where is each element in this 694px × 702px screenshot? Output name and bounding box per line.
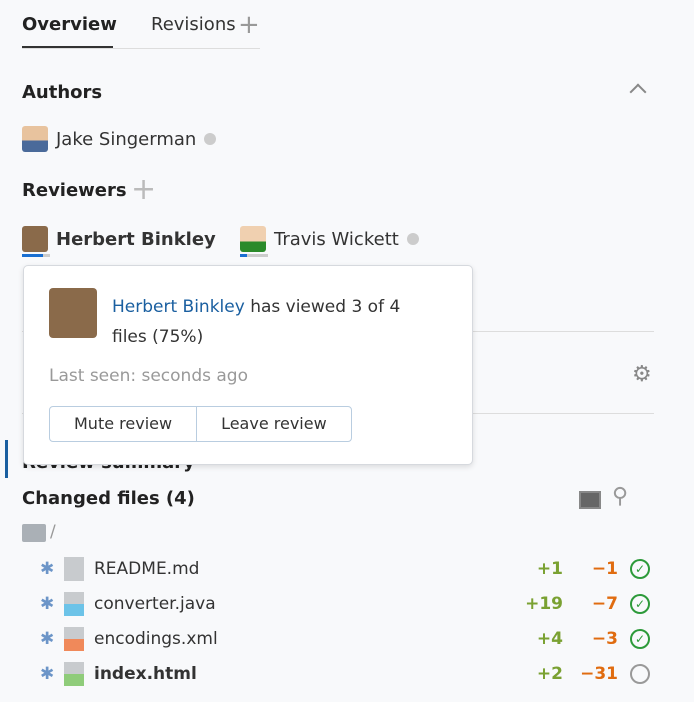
- viewed-check-icon[interactable]: ✓: [630, 594, 650, 614]
- review-progress-bar: [240, 254, 268, 257]
- file-name[interactable]: index.html: [94, 664, 503, 684]
- authors-heading: Authors: [22, 82, 103, 103]
- lines-added: +19: [525, 594, 563, 614]
- file-row[interactable]: ✱ encodings.xml +4 −3 ✓: [40, 624, 650, 654]
- reviewers-heading: Reviewers: [22, 180, 127, 201]
- not-viewed-circle-icon[interactable]: [630, 664, 650, 684]
- popover-text: has viewed 3 of 4: [244, 297, 401, 317]
- offline-status-icon: [406, 233, 419, 245]
- changed-files-heading: Changed files (4): [22, 488, 195, 509]
- file-row[interactable]: ✱ index.html +2 −31: [40, 659, 650, 689]
- modified-icon: ✱: [40, 664, 55, 684]
- mute-review-button[interactable]: Mute review: [50, 407, 196, 441]
- author-item[interactable]: Jake Singerman: [22, 126, 217, 152]
- folder-view-icon[interactable]: [579, 491, 601, 509]
- lines-added: +4: [536, 629, 563, 649]
- folder-icon: [22, 524, 46, 542]
- avatar: [22, 126, 48, 152]
- java-file-icon: [64, 592, 84, 616]
- selection-indicator: [5, 440, 8, 478]
- lines-removed: −3: [591, 629, 618, 649]
- file-row[interactable]: ✱ README.md +1 −1 ✓: [40, 554, 650, 584]
- modified-icon: ✱: [40, 629, 55, 649]
- add-reviewer-icon[interactable]: +: [131, 172, 156, 207]
- reviewer-link[interactable]: Herbert Binkley: [112, 297, 245, 317]
- modified-icon: ✱: [40, 559, 55, 579]
- file-row[interactable]: ✱ converter.java +19 −7 ✓: [40, 589, 650, 619]
- lines-removed: −1: [591, 559, 618, 579]
- avatar: [49, 288, 97, 338]
- xml-file-icon: [64, 627, 84, 651]
- tab-revisions[interactable]: Revisions: [151, 14, 236, 35]
- popover-text: files (75%): [112, 327, 204, 347]
- author-name: Jake Singerman: [56, 128, 197, 150]
- last-seen: Last seen: seconds ago: [49, 366, 248, 386]
- tab-overview[interactable]: Overview: [22, 14, 117, 35]
- folder-path: /: [50, 522, 56, 542]
- collapse-chevron-up-icon[interactable]: [629, 83, 647, 101]
- reviewer-popover: Herbert Binkley has viewed 3 of 4 files …: [23, 265, 473, 465]
- markdown-file-icon: [64, 557, 84, 581]
- add-revision-icon[interactable]: +: [238, 10, 260, 40]
- avatar: [240, 226, 266, 252]
- lines-added: +2: [536, 664, 563, 684]
- review-progress-bar: [22, 254, 50, 257]
- file-name[interactable]: README.md: [94, 559, 503, 579]
- modified-icon: ✱: [40, 594, 55, 614]
- gear-icon[interactable]: ⚙: [632, 362, 652, 387]
- avatar: [22, 226, 48, 252]
- lines-removed: −7: [591, 594, 618, 614]
- reviewer-name: Travis Wickett: [274, 228, 399, 250]
- viewed-check-icon[interactable]: ✓: [630, 629, 650, 649]
- tab-divider: [22, 48, 260, 49]
- reviewer-name: Herbert Binkley: [56, 228, 216, 250]
- leave-review-button[interactable]: Leave review: [196, 407, 351, 441]
- offline-status-icon: [204, 133, 217, 145]
- lines-removed: −31: [580, 664, 618, 684]
- lines-added: +1: [536, 559, 563, 579]
- file-name[interactable]: converter.java: [94, 594, 503, 614]
- reviewer-herbert[interactable]: Herbert Binkley: [22, 226, 216, 252]
- search-icon[interactable]: ⚲: [612, 484, 628, 509]
- reviewer-travis[interactable]: Travis Wickett: [240, 226, 419, 252]
- viewed-check-icon[interactable]: ✓: [630, 559, 650, 579]
- file-name[interactable]: encodings.xml: [94, 629, 503, 649]
- html-file-icon: [64, 662, 84, 686]
